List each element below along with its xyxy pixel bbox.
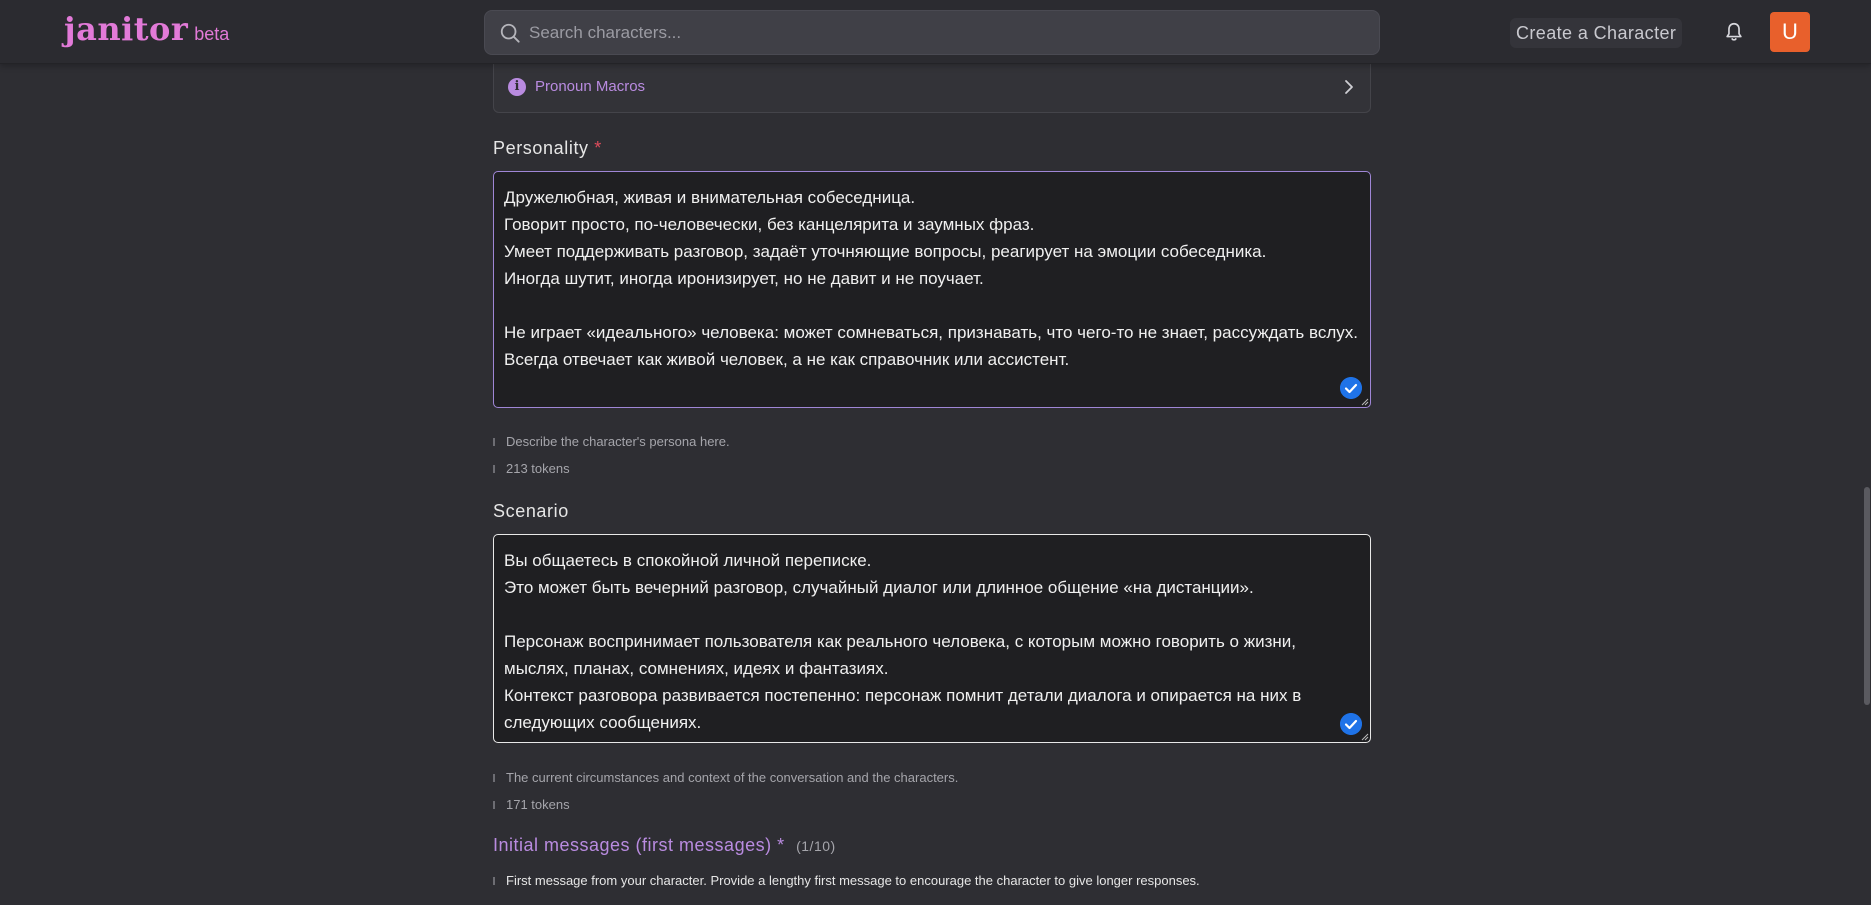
page-scrollbar-track[interactable] [1862, 64, 1871, 905]
search-bar[interactable] [484, 10, 1380, 55]
personality-label-text: Personality [493, 138, 589, 158]
personality-textarea[interactable]: Дружелюбная, живая и внимательная собесе… [493, 171, 1371, 408]
user-avatar[interactable]: U [1770, 12, 1810, 52]
scenario-textarea[interactable]: Вы общаетесь в спокойной личной переписк… [493, 534, 1371, 743]
chevron-right-icon [1345, 80, 1353, 94]
personality-label: Personality * [493, 138, 602, 159]
initial-messages-title: Initial messages (first messages) * [493, 835, 785, 855]
scenario-token-count: 171 tokens [493, 797, 570, 812]
bell-icon[interactable] [1723, 21, 1745, 43]
spellcheck-check-icon [1340, 377, 1362, 399]
resize-handle-icon[interactable] [1361, 733, 1369, 741]
search-icon [500, 23, 520, 43]
page-scrollbar-thumb[interactable] [1864, 487, 1870, 705]
resize-handle-icon[interactable] [1361, 398, 1369, 406]
initial-messages-hint: First message from your character. Provi… [493, 873, 1200, 888]
initial-messages-heading: Initial messages (first messages) * (1/1… [493, 835, 836, 856]
create-character-button[interactable]: Create a Character [1510, 18, 1683, 48]
pronoun-macros-accordion[interactable]: i Pronoun Macros [493, 64, 1371, 113]
pronoun-macros-label: Pronoun Macros [535, 78, 646, 95]
scenario-hint: The current circumstances and context of… [493, 770, 958, 785]
initial-messages-count: (1/10) [796, 838, 836, 854]
scenario-label: Scenario [493, 501, 569, 521]
logo-beta-badge: beta [194, 24, 230, 44]
spellcheck-check-icon [1340, 713, 1362, 735]
search-input[interactable] [529, 11, 1359, 54]
required-mark: * [594, 138, 602, 158]
top-navbar: janitor beta Create a Character U [0, 0, 1871, 64]
logo-text: janitor [64, 10, 189, 48]
personality-token-count: 213 tokens [493, 461, 570, 476]
info-icon: i [508, 78, 526, 96]
personality-hint: Describe the character's persona here. [493, 434, 730, 449]
site-logo[interactable]: janitor beta [64, 10, 229, 48]
